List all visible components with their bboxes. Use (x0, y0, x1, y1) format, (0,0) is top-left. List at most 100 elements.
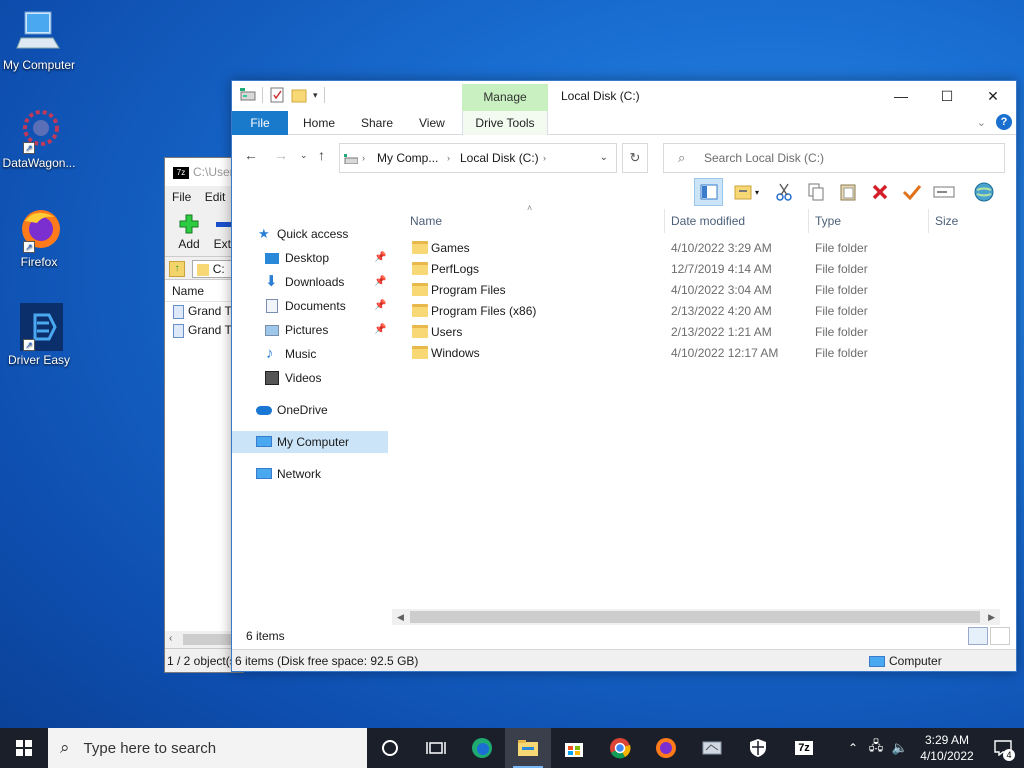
nav-onedrive[interactable]: OneDrive (232, 399, 388, 421)
taskbar-firefox[interactable] (643, 728, 689, 768)
horizontal-scrollbar[interactable]: ◀ ▶ (392, 609, 1000, 625)
nav-my-computer[interactable]: My Computer (232, 431, 388, 453)
plus-icon (179, 214, 199, 234)
taskbar-store[interactable] (551, 728, 597, 768)
tab-drive-tools[interactable]: Drive Tools (462, 111, 548, 135)
7zip-path-input[interactable]: C: (192, 260, 233, 278)
customize-qat-icon[interactable]: ▾ (313, 90, 318, 101)
nav-videos[interactable]: Videos (232, 367, 388, 389)
taskbar-search-input[interactable]: Type here to search (84, 740, 217, 757)
table-row[interactable]: Windows 4/10/2022 12:17 AM File folder (402, 343, 1002, 364)
7zip-menu-edit[interactable]: Edit (205, 190, 226, 204)
task-view-icon (426, 742, 446, 754)
start-button[interactable] (0, 728, 48, 768)
explorer-window[interactable]: ▾ Manage Local Disk (C:) — ☐ ✕ File Home… (231, 80, 1017, 672)
scrollbar-thumb[interactable] (410, 611, 980, 623)
recent-locations-icon[interactable]: ⌄ (300, 150, 308, 161)
up-folder-icon[interactable]: ↑ (169, 261, 185, 277)
column-header-date[interactable]: Date modified (671, 209, 745, 233)
datawagon-icon: ↗ (15, 106, 63, 154)
search-box[interactable]: ⌕ Search Local Disk (C:) (663, 143, 1005, 173)
column-header-size[interactable]: Size (935, 209, 958, 233)
scroll-left-icon[interactable]: ‹ (169, 633, 172, 644)
tab-home[interactable]: Home (303, 111, 335, 135)
task-view-button[interactable] (413, 728, 459, 768)
up-arrow-icon[interactable]: ↑ (318, 147, 325, 163)
tab-share[interactable]: Share (361, 111, 393, 135)
explorer-title-bar[interactable]: ▾ Manage Local Disk (C:) — ☐ ✕ (232, 81, 1016, 111)
network-globe-button[interactable] (969, 178, 998, 206)
minimize-button[interactable]: — (878, 81, 924, 111)
taskbar-chrome[interactable] (597, 728, 643, 768)
clock[interactable]: 3:29 AM 4/10/2022 (912, 732, 982, 764)
pin-icon[interactable]: 📌 (374, 247, 386, 269)
7zip-menu-file[interactable]: File (172, 190, 191, 204)
cut-button[interactable] (769, 178, 798, 206)
windows-logo-icon (16, 740, 32, 756)
show-hidden-icons-icon[interactable]: ⌃ (842, 741, 864, 755)
taskbar-7zip[interactable]: 7z (781, 728, 827, 768)
new-folder-icon[interactable] (291, 87, 307, 103)
refresh-button[interactable]: ↻ (622, 143, 648, 173)
cortana-button[interactable] (367, 728, 413, 768)
breadcrumb-my-computer[interactable]: My Comp... (377, 144, 438, 172)
notification-center-button[interactable]: 4 (982, 728, 1024, 768)
network-status-icon[interactable]: 🖧 (864, 737, 888, 759)
volume-icon[interactable]: 🔈 (888, 740, 912, 756)
nav-documents[interactable]: Documents 📌 (232, 295, 388, 317)
nav-pictures[interactable]: Pictures 📌 (232, 319, 388, 341)
tab-view[interactable]: View (419, 111, 445, 135)
paste-button[interactable] (833, 178, 862, 206)
taskbar-edge[interactable] (459, 728, 505, 768)
table-row[interactable]: Program Files 4/10/2022 3:04 AM File fol… (402, 280, 1002, 301)
nav-quick-access[interactable]: ★ Quick access (232, 223, 388, 245)
navigation-pane-button[interactable] (694, 178, 723, 206)
table-row[interactable]: Games 4/10/2022 3:29 AM File folder (402, 238, 1002, 259)
table-row[interactable]: PerfLogs 12/7/2019 4:14 AM File folder (402, 259, 1002, 280)
globe-icon (974, 182, 993, 202)
scroll-right-icon[interactable]: ▶ (988, 609, 995, 625)
pin-icon[interactable]: 📌 (374, 271, 386, 293)
taskbar-app-network[interactable] (689, 728, 735, 768)
desktop-icon-firefox[interactable]: ↗ Firefox (0, 205, 78, 269)
table-row[interactable]: Program Files (x86) 2/13/2022 4:20 AM Fi… (402, 301, 1002, 322)
nav-music[interactable]: ♪ Music (232, 343, 388, 365)
forward-arrow-icon[interactable]: → (274, 147, 288, 163)
tab-file[interactable]: File (232, 111, 288, 135)
column-header-name[interactable]: Name (410, 209, 442, 233)
address-dropdown-icon[interactable]: ⌄ (600, 144, 608, 172)
properties-icon[interactable] (269, 87, 285, 103)
maximize-button[interactable]: ☐ (924, 81, 970, 111)
pin-icon[interactable]: 📌 (374, 295, 386, 317)
desktop-icon-my-computer[interactable]: My Computer (0, 8, 78, 72)
close-button[interactable]: ✕ (970, 81, 1016, 111)
nav-network[interactable]: Network (232, 463, 388, 485)
breadcrumb-local-disk[interactable]: Local Disk (C:) (460, 144, 539, 172)
folder-options-button[interactable]: ▾ (726, 178, 766, 206)
pin-icon[interactable]: 📌 (374, 319, 386, 341)
manage-contextual-tab[interactable]: Manage (462, 84, 548, 111)
file-explorer-icon (518, 740, 538, 756)
rename-button[interactable] (929, 178, 958, 206)
back-arrow-icon[interactable]: ← (244, 147, 258, 163)
desktop-icon-driver-easy[interactable]: ↗ Driver Easy (0, 303, 78, 367)
nav-desktop[interactable]: Desktop 📌 (232, 247, 388, 269)
7zip-add-button[interactable]: Add (173, 214, 205, 251)
search-input[interactable]: Search Local Disk (C:) (704, 144, 824, 172)
details-view-icon[interactable] (968, 627, 988, 645)
desktop-icon-datawagon[interactable]: ↗ DataWagon... (0, 106, 78, 170)
taskbar-file-explorer[interactable] (505, 728, 551, 768)
expand-ribbon-icon[interactable]: ⌄ (977, 116, 986, 129)
table-row[interactable]: Users 2/13/2022 1:21 AM File folder (402, 322, 1002, 343)
help-icon[interactable]: ? (996, 114, 1012, 130)
address-bar[interactable]: › My Comp... › Local Disk (C:) › ⌄ (339, 143, 617, 173)
taskbar-search-box[interactable]: ⌕ Type here to search (48, 728, 367, 768)
apply-button[interactable] (897, 178, 926, 206)
column-header-type[interactable]: Type (815, 209, 841, 233)
large-icons-view-icon[interactable] (990, 627, 1010, 645)
scroll-left-icon[interactable]: ◀ (397, 609, 404, 625)
nav-downloads[interactable]: ⬇ Downloads 📌 (232, 271, 388, 293)
taskbar-security[interactable] (735, 728, 781, 768)
copy-button[interactable] (801, 178, 830, 206)
delete-button[interactable] (865, 178, 894, 206)
